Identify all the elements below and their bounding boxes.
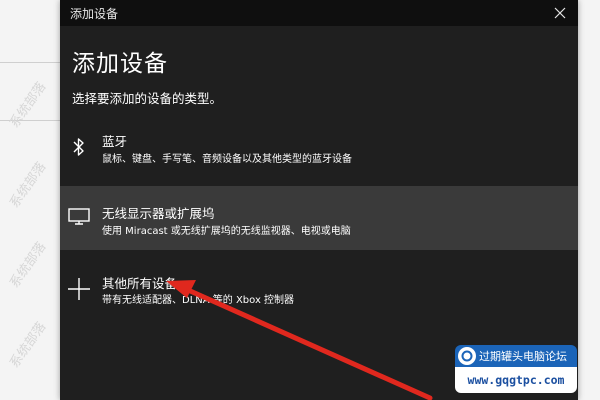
window-title: 添加设备 xyxy=(70,7,119,21)
option-other-devices[interactable]: 其他所有设备 带有无线适配器、DLNA 等的 Xbox 控制器 xyxy=(60,262,578,322)
forum-logo-icon xyxy=(458,347,476,365)
background-divider xyxy=(0,62,60,63)
bluetooth-icon xyxy=(66,134,92,160)
option-title: 其他所有设备 xyxy=(102,276,178,291)
option-bluetooth[interactable]: 蓝牙 鼠标、键盘、手写笔、音频设备以及其他类型的蓝牙设备 xyxy=(60,120,578,186)
monitor-icon xyxy=(66,203,92,229)
close-icon xyxy=(554,7,566,19)
dialog-heading: 添加设备 xyxy=(72,51,168,77)
dialog-subtitle: 选择要添加的设备的类型。 xyxy=(72,91,223,106)
add-device-dialog: 添加设备 添加设备 选择要添加的设备的类型。 蓝牙 鼠标、键盘、手写笔、音频设备… xyxy=(60,0,578,400)
option-wireless-display[interactable]: 无线显示器或扩展坞 使用 Miracast 或无线扩展坞的无线监视器、电视或电脑 xyxy=(60,186,578,250)
close-button[interactable] xyxy=(548,1,572,25)
background-app-right xyxy=(578,0,600,400)
forum-badge: 过期罐头电脑论坛 www.gqgtpc.com xyxy=(455,345,577,393)
option-title: 蓝牙 xyxy=(102,134,128,149)
forum-url: www.gqgtpc.com xyxy=(467,373,565,387)
option-title: 无线显示器或扩展坞 xyxy=(102,206,215,221)
option-description: 使用 Miracast 或无线扩展坞的无线监视器、电视或电脑 xyxy=(102,226,351,237)
option-description: 鼠标、键盘、手写笔、音频设备以及其他类型的蓝牙设备 xyxy=(102,154,352,165)
title-bar[interactable]: 添加设备 xyxy=(60,0,578,26)
option-description: 带有无线适配器、DLNA 等的 Xbox 控制器 xyxy=(102,295,295,306)
plus-icon xyxy=(66,276,92,302)
forum-name: 过期罐头电脑论坛 xyxy=(479,350,567,363)
